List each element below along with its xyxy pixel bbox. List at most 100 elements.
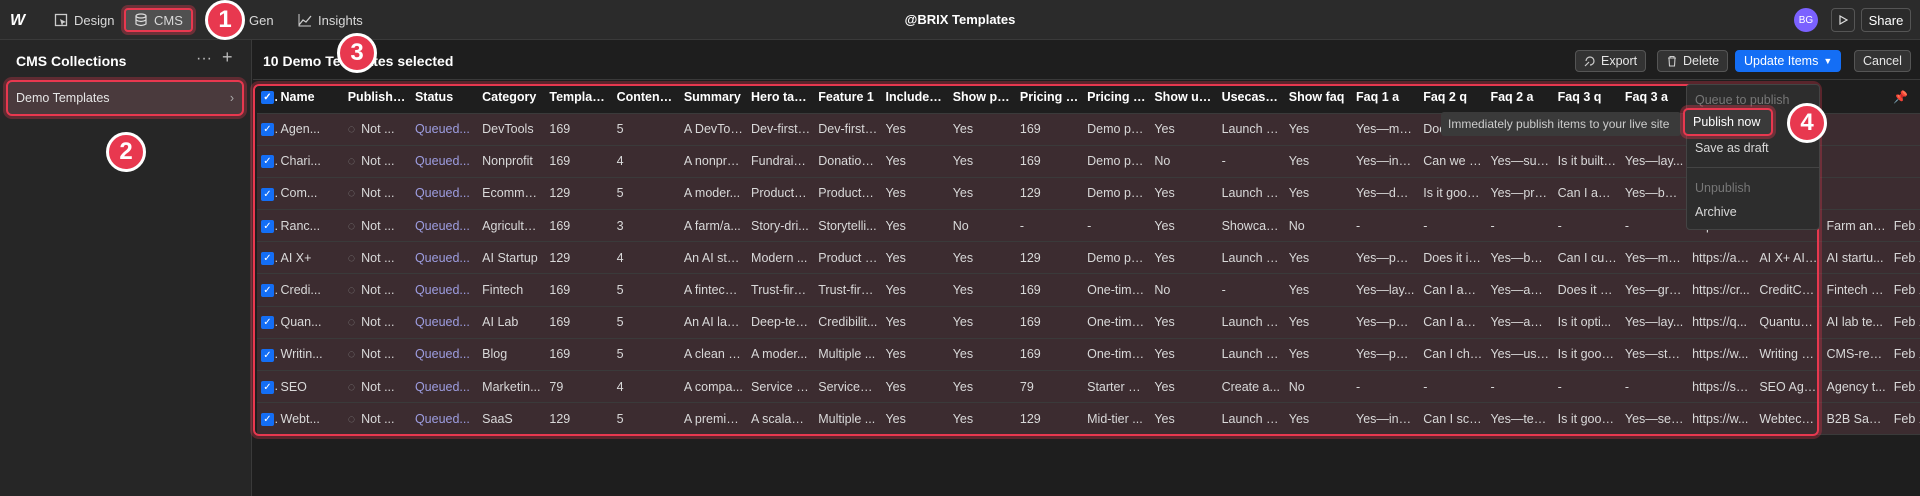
table-cell[interactable]: A DevToo... xyxy=(679,113,748,146)
table-cell[interactable]: Can I ada... xyxy=(1553,177,1621,211)
preview-button[interactable] xyxy=(1831,8,1855,32)
table-cell[interactable]: Marketin... xyxy=(478,370,546,404)
table-cell[interactable]: 129 xyxy=(545,177,613,211)
table-cell[interactable]: AI Lab xyxy=(478,306,546,339)
table-cell[interactable]: Yes—use... xyxy=(1486,338,1554,372)
table-cell[interactable]: SEO xyxy=(276,370,344,404)
table-cell[interactable]: AI X+ xyxy=(276,241,344,275)
table-cell[interactable]: Yes xyxy=(1284,177,1352,211)
table-cell[interactable]: 4 xyxy=(612,241,680,275)
table-cell[interactable]: Launch a ... xyxy=(1217,113,1285,146)
column-header[interactable]: Includes fi xyxy=(881,81,949,114)
update-items-button[interactable]: Update Items ▼ xyxy=(1735,50,1842,72)
table-cell[interactable]: Can I add... xyxy=(1419,273,1487,307)
table-row[interactable]: ✓ Com... ◌ Not ... Queued... Ecommer... 129 5 A … xyxy=(257,177,1920,211)
table-row[interactable]: ✓ Quan... ◌ Not ... Queued... AI Lab 169 5 An AI… xyxy=(257,306,1920,339)
table-cell[interactable]: Yes xyxy=(1150,338,1218,372)
table-cell[interactable]: - xyxy=(1419,370,1487,404)
table-cell[interactable]: Yes xyxy=(948,306,1016,339)
table-cell[interactable]: Multiple ... xyxy=(814,402,882,436)
table-cell[interactable]: Does it in... xyxy=(1419,241,1487,275)
column-header[interactable]: Faq 2 q xyxy=(1419,81,1487,114)
table-cell[interactable]: Yes—stru... xyxy=(1620,338,1689,372)
table-row[interactable]: ✓ SEO ◌ Not ... Queued... Marketin... 79 4 A com… xyxy=(257,370,1920,404)
table-cell[interactable]: Service p... xyxy=(747,370,815,404)
table-cell[interactable]: Yes xyxy=(948,241,1016,275)
column-header[interactable]: Summary xyxy=(679,81,748,114)
table-cell[interactable]: 129 xyxy=(1015,241,1084,275)
row-checkbox[interactable]: ✓ xyxy=(257,306,277,339)
table-cell[interactable]: 5 xyxy=(612,273,680,307)
table-cell[interactable]: Writing X ... xyxy=(1755,338,1823,372)
table-cell[interactable]: Yes—gre... xyxy=(1620,273,1689,307)
table-cell[interactable]: 5 xyxy=(612,113,680,146)
column-header[interactable]: Usecase 1 xyxy=(1217,81,1285,114)
table-cell[interactable]: Com... xyxy=(276,177,344,211)
add-collection-icon[interactable]: + xyxy=(222,47,233,68)
cms-tab[interactable]: CMS xyxy=(124,8,193,32)
table-cell[interactable]: - xyxy=(1217,145,1285,178)
row-checkbox[interactable]: ✓ xyxy=(257,402,277,436)
table-cell[interactable]: - xyxy=(1553,370,1621,404)
table-cell[interactable]: Webtech ... xyxy=(1755,402,1823,436)
table-cell[interactable]: Writin... xyxy=(276,338,344,372)
export-button[interactable]: Export xyxy=(1575,50,1647,72)
table-cell[interactable]: Farm and... xyxy=(1822,209,1890,243)
column-header[interactable]: Faq 1 a xyxy=(1352,81,1420,114)
table-cell[interactable]: Queued... xyxy=(410,209,479,243)
table-cell[interactable]: Credi... xyxy=(276,273,344,307)
table-cell[interactable]: 3 xyxy=(612,209,680,243)
table-cell[interactable]: ◌ Not ... xyxy=(343,306,411,339)
table-cell[interactable]: Trust-firs... xyxy=(814,273,882,307)
table-cell[interactable] xyxy=(1889,145,1920,178)
column-header[interactable] xyxy=(1822,81,1890,114)
table-cell[interactable]: 129 xyxy=(1015,402,1084,436)
table-cell[interactable]: One-time... xyxy=(1083,306,1151,339)
table-cell[interactable]: Yes xyxy=(1150,177,1218,211)
table-cell[interactable]: Storytelli... xyxy=(814,209,882,243)
table-cell[interactable]: Yes—pro... xyxy=(1486,177,1554,211)
column-header[interactable]: Feature 1 xyxy=(814,81,882,114)
table-cell[interactable]: Is it opti... xyxy=(1553,306,1621,339)
table-cell[interactable]: Launch a ... xyxy=(1217,306,1285,339)
table-cell[interactable]: Yes xyxy=(1150,370,1218,404)
table-row[interactable]: ✓ Ranc... ◌ Not ... Queued... Agriculture 169 3… xyxy=(257,209,1920,243)
table-cell[interactable]: Yes—pos... xyxy=(1352,338,1420,372)
table-cell[interactable]: A moder... xyxy=(747,338,815,372)
table-cell[interactable]: Can I cus... xyxy=(1553,241,1621,275)
table-cell[interactable]: Yes xyxy=(1284,145,1352,178)
table-cell[interactable]: Launch a ... xyxy=(1217,177,1285,211)
table-cell[interactable]: Launch a ... xyxy=(1217,402,1285,436)
table-cell[interactable] xyxy=(1822,145,1890,178)
unpublish-item[interactable]: Unpublish xyxy=(1695,181,1751,195)
table-cell[interactable]: Yes—add... xyxy=(1486,306,1554,339)
table-cell[interactable]: Product-f... xyxy=(747,177,815,211)
table-cell[interactable]: Is it good... xyxy=(1553,402,1621,436)
table-cell[interactable]: Yes—sup... xyxy=(1486,145,1554,178)
table-cell[interactable]: Queued... xyxy=(410,402,479,436)
table-cell[interactable]: Demo pri... xyxy=(1083,145,1151,178)
table-cell[interactable]: A clean b... xyxy=(679,338,748,372)
row-checkbox[interactable]: ✓ xyxy=(257,273,277,307)
table-cell[interactable]: Yes xyxy=(948,402,1016,436)
table-cell[interactable]: 169 xyxy=(1015,306,1084,339)
table-cell[interactable]: Can I scal... xyxy=(1419,402,1487,436)
table-cell[interactable]: Webt... xyxy=(276,402,344,436)
table-cell[interactable]: No xyxy=(1150,273,1218,307)
archive-item[interactable]: Archive xyxy=(1695,205,1737,219)
table-cell[interactable]: 5 xyxy=(612,402,680,436)
table-cell[interactable]: No xyxy=(1150,145,1218,178)
table-cell[interactable]: B2B Saa... xyxy=(1822,402,1890,436)
table-cell[interactable]: Feb 11, 2... xyxy=(1889,241,1920,275)
table-cell[interactable]: ◌ Not ... xyxy=(343,241,411,275)
table-cell[interactable]: Yes—mo... xyxy=(1620,241,1689,275)
table-cell[interactable]: Yes xyxy=(1150,241,1218,275)
table-row[interactable]: ✓ Webt... ◌ Not ... Queued... SaaS 129 5 A premi… xyxy=(257,402,1920,436)
table-cell[interactable]: A scalabl... xyxy=(747,402,815,436)
table-cell[interactable]: Yes xyxy=(1284,338,1352,372)
table-cell[interactable]: Yes—des... xyxy=(1352,177,1420,211)
row-checkbox[interactable]: ✓ xyxy=(257,241,277,275)
table-cell[interactable]: Deep-tec... xyxy=(747,306,815,339)
table-cell[interactable]: Yes xyxy=(881,273,949,307)
row-checkbox[interactable]: ✓ xyxy=(257,370,277,404)
